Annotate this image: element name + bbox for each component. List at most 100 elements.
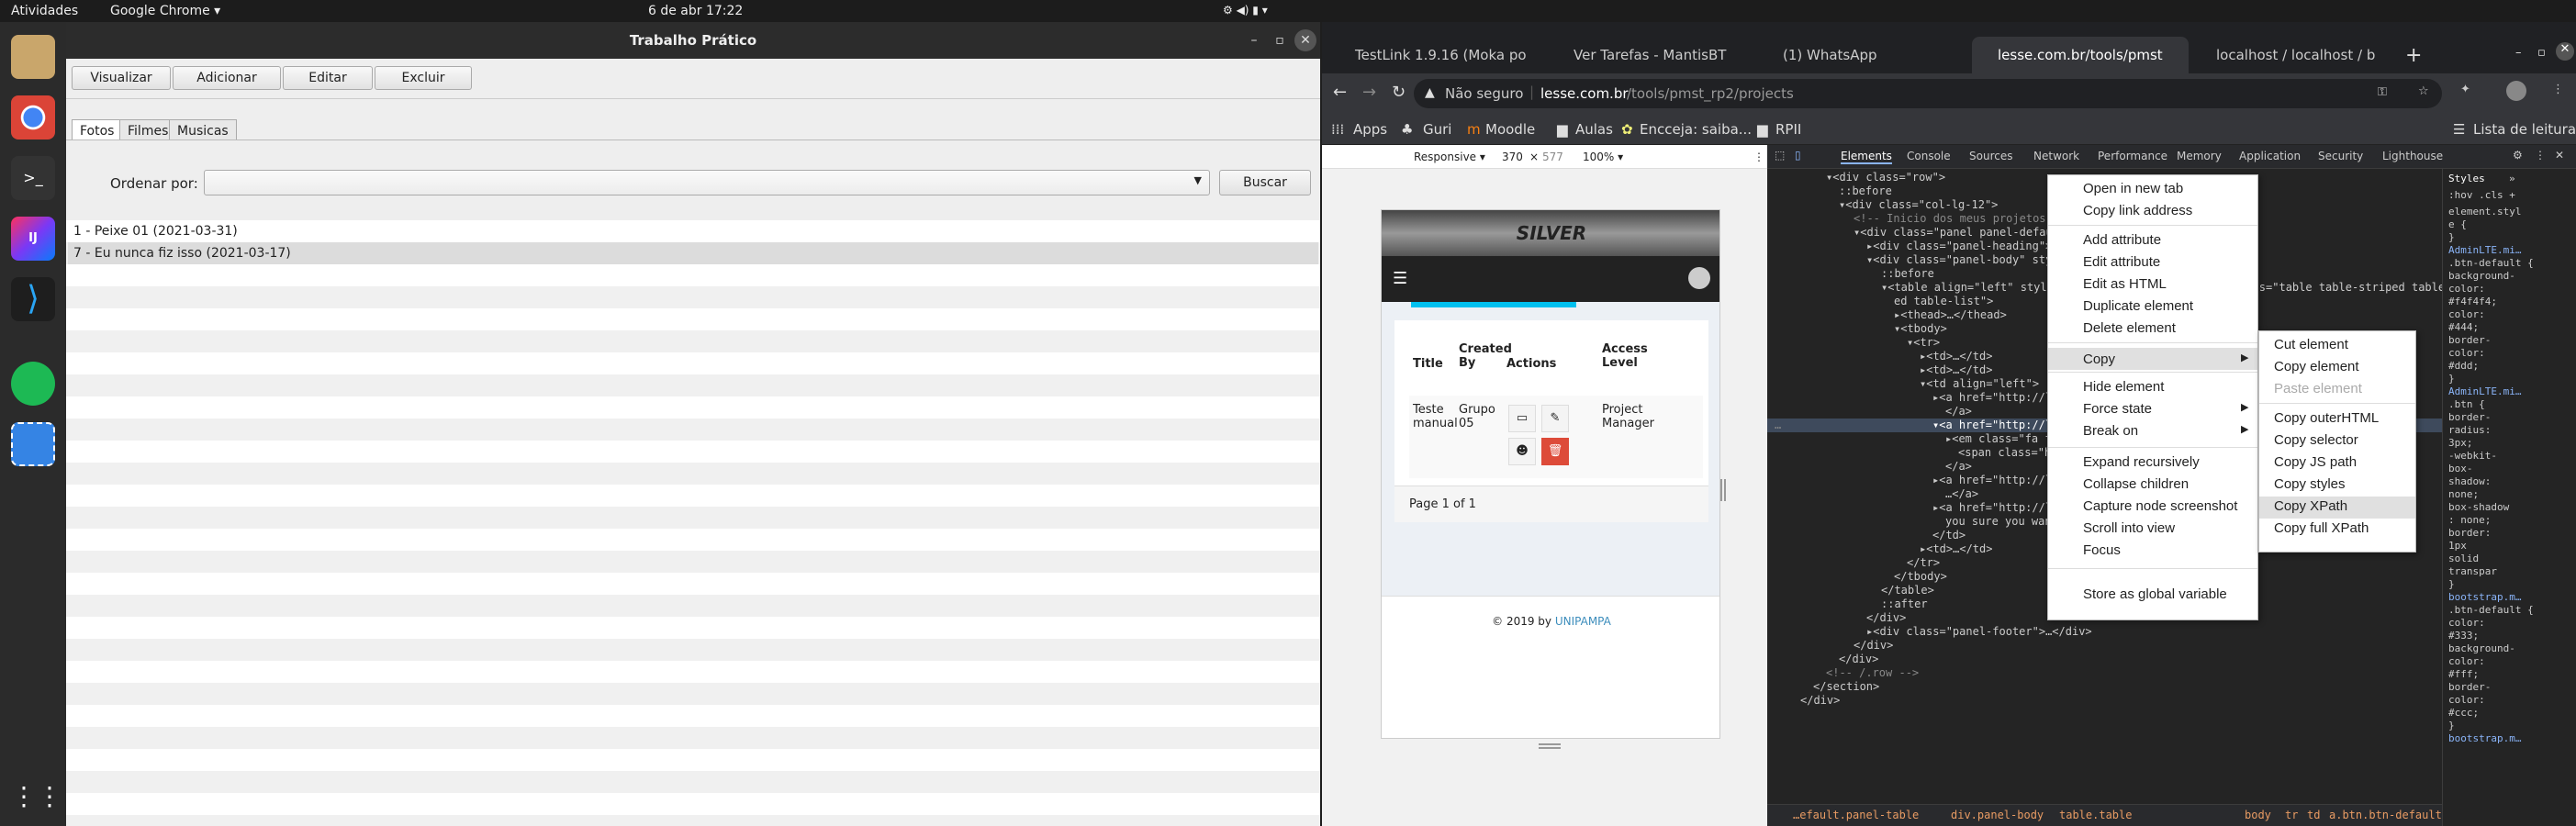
submenu-cut-element[interactable]: Cut element — [2274, 337, 2348, 352]
order-select[interactable]: ▼ — [204, 170, 1210, 195]
bookmark-guri-icon[interactable]: ♣ — [1401, 121, 1413, 138]
device-menu-icon[interactable]: ⋮ — [1753, 151, 1764, 163]
chrome-icon[interactable] — [11, 95, 55, 140]
tab-console[interactable]: Console — [1907, 150, 1951, 162]
gear-icon[interactable]: ⚙ — [2513, 149, 2523, 162]
excluir-button[interactable]: Excluir — [375, 66, 472, 90]
device-toggle-icon[interactable]: ▯ — [1795, 149, 1801, 162]
dom-line[interactable]: ▾<tr> — [1907, 336, 1940, 349]
submenu-copy-js-path[interactable]: Copy JS path — [2274, 454, 2357, 470]
style-line[interactable]: background- — [2448, 270, 2515, 282]
back-icon[interactable]: ← — [1333, 83, 1347, 102]
tab-elements[interactable]: Elements — [1841, 150, 1892, 164]
extensions-icon[interactable]: ✦ — [2460, 83, 2470, 96]
styles-tab[interactable]: Styles — [2448, 173, 2485, 184]
folder-icon[interactable]: ▆ — [1757, 121, 1768, 138]
folder-open-icon[interactable]: ▭ — [1508, 405, 1536, 432]
zoom-select[interactable]: 100% ▾ — [1583, 151, 1623, 163]
folder-icon[interactable]: ▆ — [1557, 121, 1568, 138]
style-line[interactable]: shadow: — [2448, 475, 2491, 487]
dom-line[interactable]: ▸<td>…</td> — [1920, 363, 1992, 376]
style-line[interactable]: : none; — [2448, 514, 2491, 526]
dom-line[interactable]: <!-- /.row --> — [1826, 666, 1919, 679]
add-button-strip[interactable] — [1411, 302, 1576, 307]
dom-line[interactable]: </tr> — [1907, 556, 1940, 569]
show-apps-icon[interactable]: ⋮⋮⋮ — [11, 775, 88, 819]
tab-localhost[interactable]: localhost / localhost / b — [2190, 37, 2398, 73]
dom-line[interactable]: </div> — [1800, 694, 1840, 707]
tab-performance[interactable]: Performance — [2098, 150, 2167, 162]
menu-add-attribute[interactable]: Add attribute — [2083, 232, 2161, 248]
style-line[interactable]: .btn { — [2448, 398, 2485, 410]
menu-capture-screenshot[interactable]: Capture node screenshot — [2083, 498, 2237, 514]
tab-testlink[interactable]: TestLink 1.9.16 (Moka po — [1329, 37, 1540, 73]
users-icon[interactable]: ☻ — [1508, 438, 1536, 465]
dom-line[interactable]: </section> — [1813, 680, 1879, 693]
close-icon[interactable]: ✕ — [2555, 149, 2564, 162]
menu-duplicate[interactable]: Duplicate element — [2083, 298, 2193, 314]
style-line[interactable]: 3px; — [2448, 437, 2473, 449]
menu-copy[interactable]: Copy — [2083, 352, 2115, 367]
maximize-icon[interactable]: ▫ — [1269, 29, 1291, 51]
menu-edit-html[interactable]: Edit as HTML — [2083, 276, 2167, 292]
close-icon[interactable]: ✕ — [1294, 29, 1316, 51]
style-line[interactable]: AdminLTE.mi… — [2448, 244, 2521, 256]
dom-line[interactable]: </table> — [1881, 584, 1934, 597]
style-line[interactable]: border- — [2448, 681, 2491, 693]
style-line[interactable]: .btn-default { — [2448, 257, 2534, 269]
style-line[interactable]: #333; — [2448, 630, 2479, 642]
submenu-copy-selector[interactable]: Copy selector — [2274, 432, 2358, 448]
menu-kebab-icon[interactable]: ⋮ — [2552, 83, 2564, 96]
bookmark-moodle[interactable]: Moodle — [1485, 121, 1535, 138]
submenu-copy-full-xpath[interactable]: Copy full XPath — [2274, 520, 2369, 536]
list-item[interactable]: 7 - Eu nunca fiz isso (2021-03-17) — [68, 242, 1318, 264]
tab-mantis[interactable]: Ver Tarefas - MantisBT — [1548, 37, 1753, 73]
minimize-icon[interactable]: – — [1243, 29, 1265, 51]
vscode-icon[interactable]: ⟩ — [11, 277, 55, 321]
crumb[interactable]: div.panel-body — [1951, 809, 2044, 821]
dom-line[interactable]: ▸<div class="panel-footer">…</div> — [1866, 625, 2092, 638]
clock[interactable]: 6 de abr 17:22 — [648, 4, 743, 18]
more-tabs-icon[interactable]: » — [2509, 173, 2515, 184]
maximize-icon[interactable]: ▫ — [2537, 46, 2546, 60]
menu-open-new-tab[interactable]: Open in new tab — [2083, 181, 2183, 196]
style-line[interactable]: } — [2448, 231, 2455, 243]
menu-focus[interactable]: Focus — [2083, 542, 2121, 558]
new-tab-icon[interactable]: + — [2405, 44, 2422, 67]
device-width[interactable]: 370 — [1502, 151, 1523, 163]
adicionar-button[interactable]: Adicionar — [173, 66, 281, 90]
dom-line[interactable]: ▸<em class="fa fa — [1945, 432, 2058, 445]
dom-line[interactable]: ▸<td>…</td> — [1920, 542, 1992, 555]
tab-application[interactable]: Application — [2239, 150, 2301, 162]
tab-lesse-active[interactable]: lesse.com.br/tools/pmst — [1972, 37, 2189, 73]
style-line[interactable]: #ccc; — [2448, 707, 2479, 719]
style-line[interactable]: -webkit- — [2448, 450, 2497, 462]
bookmark-encceja-icon[interactable]: ✿ — [1621, 121, 1633, 138]
dom-line[interactable]: </div> — [1839, 653, 1878, 665]
style-line[interactable]: e { — [2448, 218, 2467, 230]
star-icon[interactable]: ☆ — [2418, 84, 2429, 98]
styles-filter[interactable]: :hov .cls + — [2448, 189, 2515, 201]
crumb[interactable]: table.table — [2059, 809, 2132, 821]
bookmark-aulas[interactable]: Aulas — [1575, 121, 1613, 138]
bookmark-guri[interactable]: Guri — [1423, 121, 1451, 138]
submenu-copy-element[interactable]: Copy element — [2274, 359, 2359, 374]
style-line[interactable]: border- — [2448, 334, 2491, 346]
bookmark-moodle-icon[interactable]: m — [1467, 121, 1481, 138]
style-line[interactable]: } — [2448, 720, 2455, 731]
menu-edit-attribute[interactable]: Edit attribute — [2083, 254, 2160, 270]
bookmark-rpii[interactable]: RPII — [1775, 121, 1801, 138]
footer-link[interactable]: UNIPAMPA — [1555, 615, 1611, 628]
tab-sources[interactable]: Sources — [1969, 150, 2012, 162]
reading-list-icon[interactable]: ☰ — [2453, 121, 2465, 138]
intellij-icon[interactable]: IJ — [11, 217, 55, 261]
style-line[interactable]: #f4f4f4; — [2448, 296, 2497, 307]
tab-whatsapp[interactable]: (1) WhatsApp — [1757, 37, 1970, 73]
dom-line[interactable]: ▾<div class="col-lg-12"> — [1839, 198, 1998, 211]
resize-handle[interactable] — [1720, 479, 1726, 501]
dom-line[interactable]: ▸<thead>…</thead> — [1894, 308, 2007, 321]
crumb[interactable]: tr — [2285, 809, 2298, 821]
menu-hide[interactable]: Hide element — [2083, 379, 2164, 395]
screenshot-icon[interactable] — [11, 422, 55, 466]
tab-network[interactable]: Network — [2033, 150, 2079, 162]
